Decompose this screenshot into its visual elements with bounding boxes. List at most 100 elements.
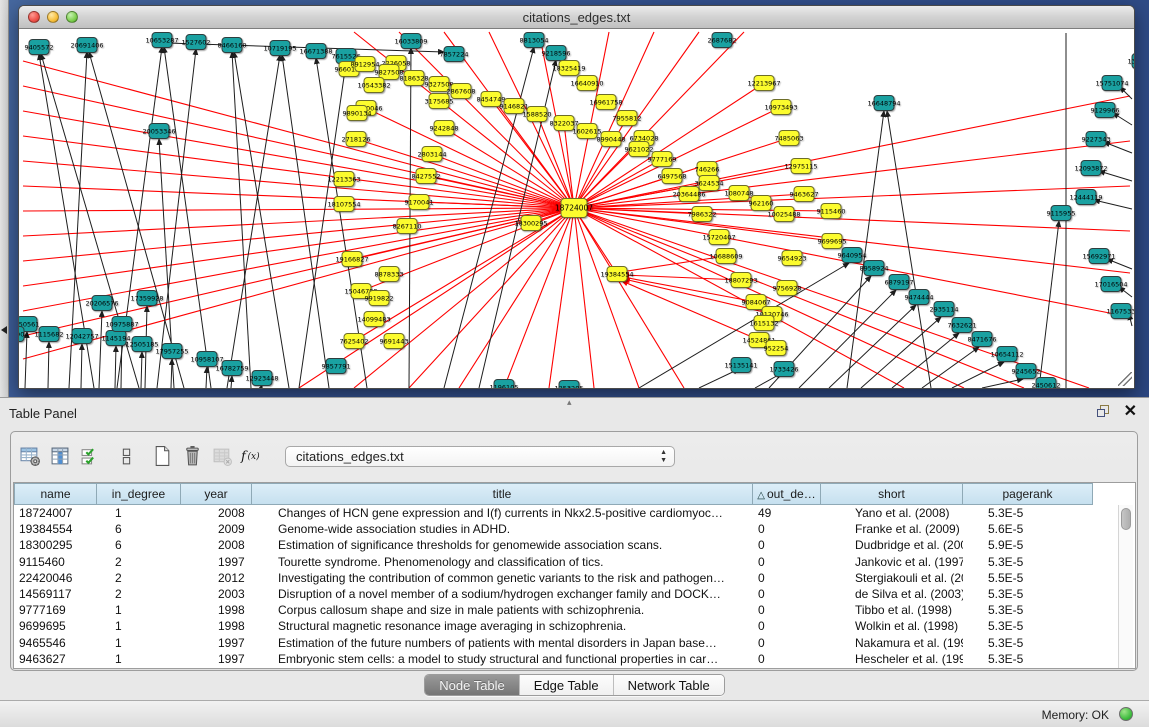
table-settings-icon[interactable]: [17, 444, 43, 468]
row-select-icon[interactable]: [77, 444, 103, 468]
graph-node[interactable]: 9777169: [648, 152, 677, 167]
graph-node[interactable]: 19166827: [335, 252, 368, 267]
graph-node[interactable]: 6879197: [885, 275, 914, 290]
graph-node[interactable]: 1733426: [770, 362, 799, 377]
graph-node[interactable]: 9218596: [542, 46, 571, 61]
graph-node[interactable]: 9699695: [818, 234, 847, 249]
rows-icon[interactable]: [113, 444, 139, 468]
function-builder-icon[interactable]: f(x): [239, 444, 265, 468]
table-row[interactable]: 946362711997Embryonic stem cells: a mode…: [14, 651, 1095, 667]
tab-edge-table[interactable]: Edge Table: [519, 675, 613, 695]
graph-node[interactable]: 15692971: [1082, 249, 1115, 264]
graph-node[interactable]: 1588520: [523, 107, 552, 122]
graph-node[interactable]: 9115955: [1047, 206, 1076, 221]
graph-node[interactable]: 10688609: [709, 249, 742, 264]
table-row[interactable]: 1830029562008Estimation of significance …: [14, 537, 1095, 553]
table-row[interactable]: 946554611997Estimation of the future num…: [14, 635, 1095, 651]
graph-node[interactable]: 18325419: [552, 61, 585, 76]
graph-node[interactable]: 746266: [695, 162, 720, 177]
graph-node[interactable]: 12042757: [65, 329, 98, 344]
graph-node[interactable]: 9756928: [773, 281, 802, 296]
column-header-name[interactable]: name: [14, 483, 97, 505]
graph-node[interactable]: 19384554: [600, 267, 633, 282]
graph-node[interactable]: 1253205: [555, 381, 584, 389]
graph-node[interactable]: 9890134: [343, 106, 372, 121]
graph-node[interactable]: 14099483: [357, 312, 390, 327]
citation-network-graph[interactable]: 9405572 20691406 10653287 1527602 8466160 107…: [19, 29, 1134, 388]
graph-node[interactable]: 8878333: [375, 267, 404, 282]
column-header-title[interactable]: title: [252, 483, 753, 505]
memory-ok-indicator[interactable]: [1119, 707, 1133, 721]
network-canvas[interactable]: 9405572 20691406 10653287 1527602 8466160 107…: [19, 29, 1134, 388]
graph-node[interactable]: 7625402: [340, 334, 369, 349]
graph-node[interactable]: 15720407: [702, 230, 735, 245]
graph-node[interactable]: 16033809: [394, 34, 427, 49]
graph-node[interactable]: 9245652: [1012, 364, 1041, 379]
graph-node[interactable]: 2803144: [418, 147, 447, 162]
graph-node[interactable]: 2935114: [930, 302, 959, 317]
graph-node[interactable]: 8813054: [520, 33, 549, 48]
graph-node[interactable]: 10654112: [990, 347, 1023, 362]
graph-node[interactable]: 7485063: [775, 131, 804, 146]
graph-node[interactable]: 12213967: [747, 76, 780, 91]
import-table-icon[interactable]: [209, 444, 235, 468]
graph-node[interactable]: 12444119: [1069, 190, 1102, 205]
close-panel-icon[interactable]: ✕: [1124, 405, 1137, 418]
graph-node[interactable]: 9463627: [790, 187, 819, 202]
graph-node[interactable]: 2450612: [1032, 378, 1061, 389]
graph-node[interactable]: 8990448: [597, 132, 626, 147]
graph-node[interactable]: 1115682: [35, 327, 64, 342]
graph-node[interactable]: 3175685: [425, 94, 454, 109]
graph-node[interactable]: 15135141: [724, 358, 757, 373]
graph-node[interactable]: 9691443: [380, 334, 409, 349]
graph-node[interactable]: 9474444: [905, 290, 934, 305]
column-header-in_degree[interactable]: in_degree: [97, 483, 181, 505]
graph-node[interactable]: 12093872: [1074, 161, 1107, 176]
table-row[interactable]: 1872400712008Changes of HCN gene express…: [14, 505, 1095, 521]
scrollbar-thumb[interactable]: [1121, 508, 1131, 530]
graph-node[interactable]: 16648794: [867, 96, 900, 111]
graph-node[interactable]: 9129966: [1091, 103, 1120, 118]
graph-node[interactable]: 2687682: [708, 33, 737, 48]
graph-node[interactable]: 9857791: [322, 359, 351, 374]
graph-node[interactable]: 9170041: [405, 195, 434, 210]
graph-node[interactable]: 8471676: [968, 332, 997, 347]
graph-node[interactable]: 9654923: [778, 251, 807, 266]
table-row[interactable]: 977716911998Corpus callosum shape and si…: [14, 602, 1095, 618]
graph-node[interactable]: 18807293: [724, 273, 757, 288]
graph-node[interactable]: 1527602: [182, 35, 211, 50]
column-header-pagerank[interactable]: pagerank: [963, 483, 1093, 505]
new-document-icon[interactable]: [149, 444, 175, 468]
graph-node[interactable]: 2718126: [342, 132, 371, 147]
graph-node[interactable]: 7857224: [440, 47, 469, 62]
table-selector-dropdown[interactable]: citations_edges.txt▲▼: [285, 446, 675, 467]
table-row[interactable]: 1938455462009Genome-wide association stu…: [14, 521, 1095, 537]
float-panel-icon[interactable]: [1097, 405, 1110, 418]
table-row[interactable]: 911546021997Tourette syndrome. Phenomeno…: [14, 554, 1095, 570]
graph-node[interactable]: 952254: [764, 341, 789, 356]
graph-node[interactable]: 6497568: [658, 169, 687, 184]
table-row[interactable]: 1456911722003Disruption of a novel membe…: [14, 586, 1095, 602]
graph-node[interactable]: 9405572: [25, 40, 54, 55]
resize-grip[interactable]: [1118, 372, 1132, 386]
graph-node[interactable]: 7632621: [948, 318, 977, 333]
graph-node[interactable]: 1080748: [725, 186, 754, 201]
graph-node[interactable]: 12975115: [784, 159, 817, 174]
graph-node[interactable]: 16671388: [299, 44, 332, 59]
column-select-icon[interactable]: [47, 444, 73, 468]
graph-node[interactable]: 2867608: [447, 84, 476, 99]
graph-node[interactable]: 17359928: [130, 291, 163, 306]
graph-node[interactable]: 20206576: [85, 296, 118, 311]
splitter-handle[interactable]: ▴: [567, 397, 572, 408]
graph-node[interactable]: 8466160: [218, 38, 247, 53]
graph-node[interactable]: 7955812: [613, 111, 642, 126]
graph-node[interactable]: 15751074: [1095, 76, 1128, 91]
graph-node[interactable]: 10719195: [263, 41, 296, 56]
graph-node[interactable]: 20691406: [70, 38, 103, 53]
graph-node[interactable]: 10025488: [767, 207, 800, 222]
graph-node[interactable]: 9621022: [625, 142, 654, 157]
graph-node[interactable]: 1167533: [1107, 304, 1134, 319]
graph-node[interactable]: 12213363: [327, 172, 360, 187]
graph-node[interactable]: 10653287: [145, 33, 178, 48]
graph-node[interactable]: 8427552: [412, 169, 441, 184]
